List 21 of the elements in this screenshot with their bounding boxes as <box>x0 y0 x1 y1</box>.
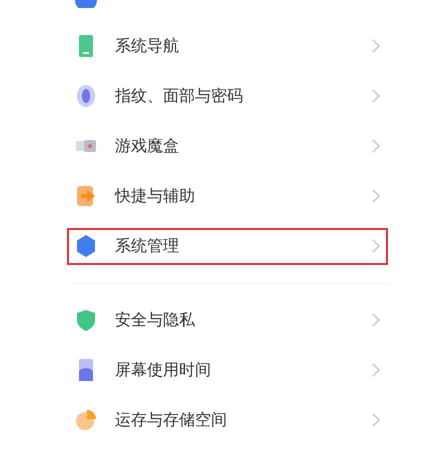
arrow-icon <box>75 184 97 208</box>
settings-item[interactable]: 快捷与辅助 <box>67 178 388 214</box>
chevron-icon <box>372 139 380 153</box>
chevron-icon <box>372 89 380 103</box>
settings-item[interactable]: 游戏魔盒 <box>67 128 388 164</box>
settings-item[interactable]: 运存与存储空间 <box>67 402 388 438</box>
settings-item[interactable]: 指纹、面部与密码 <box>67 78 388 114</box>
settings-item[interactable]: 系统导航 <box>67 28 388 64</box>
chevron-icon <box>372 189 380 203</box>
chevron-icon <box>372 313 380 327</box>
settings-item[interactable]: 屏幕使用时间 <box>67 352 388 388</box>
pie-chart-icon <box>75 408 97 432</box>
settings-item[interactable]: 系统管理 <box>67 228 388 264</box>
chevron-icon <box>372 413 380 427</box>
hexagon-icon <box>75 234 97 258</box>
shield-icon <box>75 308 97 332</box>
settings-item[interactable]: 安全与隐私 <box>67 302 388 338</box>
fingerprint-icon <box>75 84 97 108</box>
chevron-icon <box>372 39 380 53</box>
chevron-icon <box>372 363 380 377</box>
chevron-icon <box>372 239 380 253</box>
